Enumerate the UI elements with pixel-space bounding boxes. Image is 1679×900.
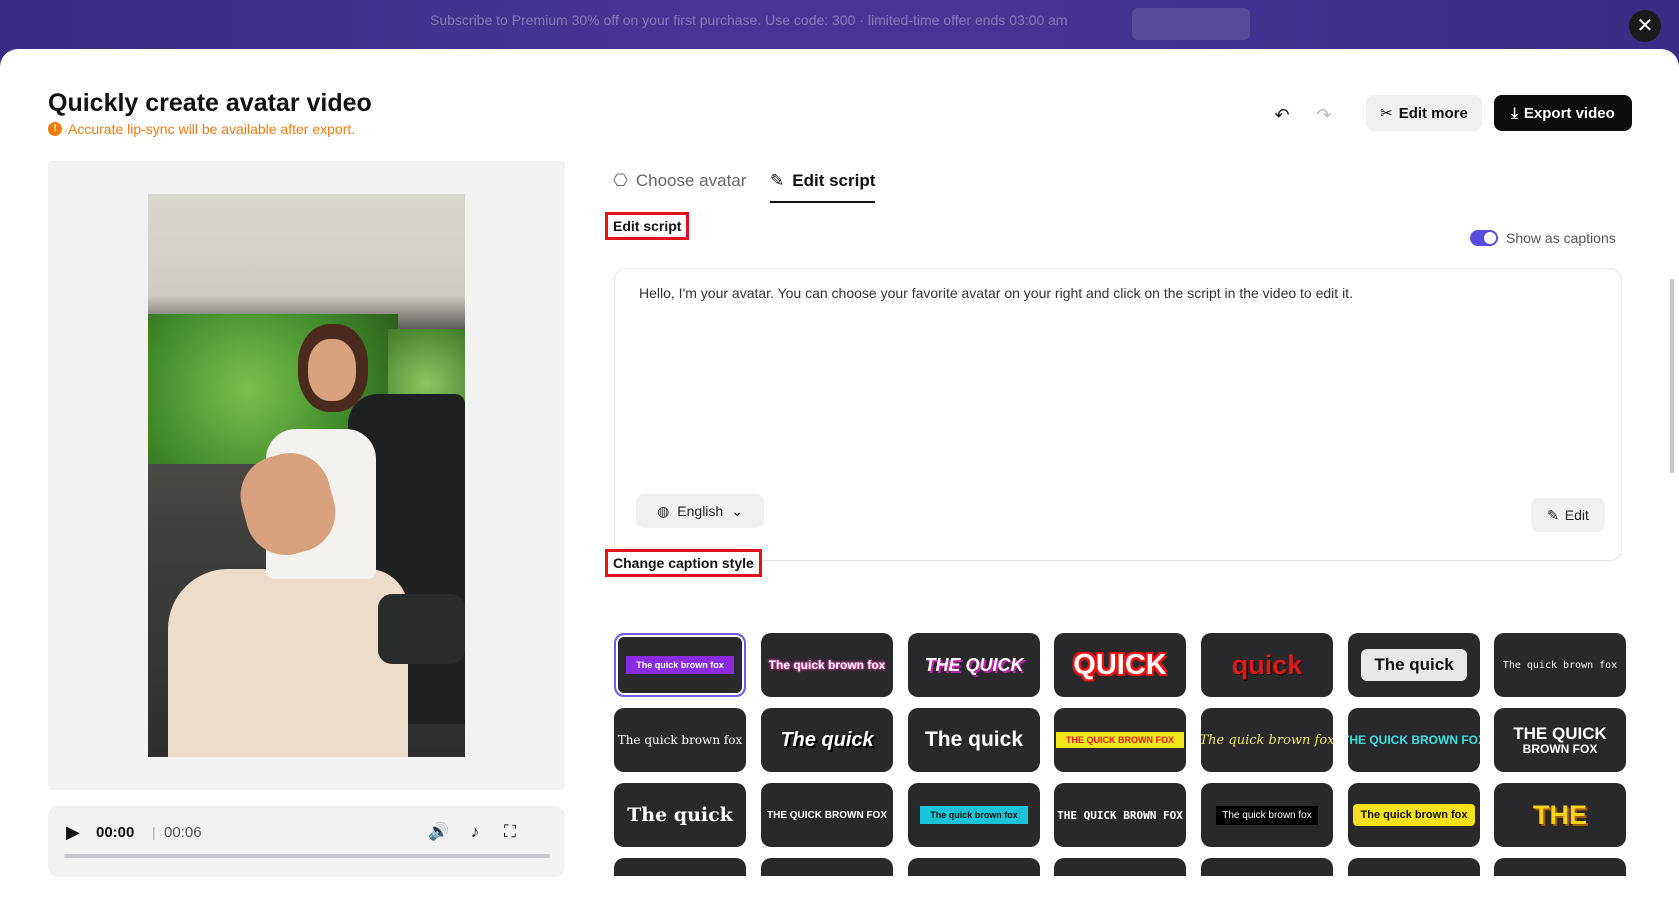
caption-style-item[interactable]: THE QUICK BROWN FOX	[761, 783, 893, 847]
caption-style-item[interactable]	[1054, 858, 1186, 876]
undo-icon[interactable]: ↶	[1268, 101, 1296, 129]
captions-toggle-label: Show as captions	[1506, 230, 1616, 246]
tab-edit-script[interactable]: ✎ Edit script	[770, 161, 876, 203]
current-time: 00:00	[96, 824, 135, 841]
promo-button[interactable]	[1132, 8, 1250, 40]
avatar-video[interactable]	[148, 194, 465, 757]
caption-style-item[interactable]: The quick brown fox	[908, 783, 1040, 847]
script-editor[interactable]: Hello, I'm your avatar. You can choose y…	[614, 268, 1622, 561]
time-separator: |	[152, 824, 156, 840]
script-text[interactable]: Hello, I'm your avatar. You can choose y…	[639, 285, 1353, 301]
caption-style-item[interactable]	[614, 858, 746, 876]
caption-style-item[interactable]	[1201, 858, 1333, 876]
tab-label: Edit script	[792, 171, 876, 190]
edit-more-label: Edit more	[1398, 104, 1468, 122]
caption-style-item[interactable]: The quick brown fox	[1201, 708, 1333, 772]
captions-toggle-group: Show as captions	[1470, 230, 1616, 246]
export-video-button[interactable]: ⤓ Export video	[1494, 95, 1632, 131]
redo-icon[interactable]: ↷	[1310, 101, 1338, 129]
pencil-icon: ✎	[1547, 506, 1559, 523]
caption-style-item[interactable]: The quick brown fox	[1201, 783, 1333, 847]
close-icon[interactable]: ✕	[1629, 10, 1661, 42]
tab-choose-avatar[interactable]: ⎔ Choose avatar	[613, 161, 746, 201]
globe-icon: ◍	[657, 502, 670, 519]
caption-style-item[interactable]	[1494, 858, 1626, 876]
chevron-down-icon: ⌄	[731, 502, 743, 519]
video-player-controls: ▶ 00:00 | 00:06 🔊 ♪ ⛶	[48, 806, 565, 877]
scissors-icon: ✂	[1380, 105, 1393, 122]
caption-style-item[interactable]: QUICK	[1054, 633, 1186, 697]
caption-style-item[interactable]: THE QUICK BROWN FOX	[1054, 708, 1186, 772]
fullscreen-icon[interactable]: ⛶	[497, 819, 523, 845]
language-select[interactable]: ◍ English ⌄	[636, 494, 764, 528]
tiktok-icon[interactable]: ♪	[462, 819, 488, 845]
caption-style-item[interactable]: The quick brown fox	[614, 633, 746, 697]
caption-style-item[interactable]: THE	[1494, 783, 1626, 847]
export-label: Export video	[1523, 104, 1615, 122]
edit-label: Edit	[1564, 507, 1589, 523]
caption-style-item[interactable]: quick	[1201, 633, 1333, 697]
caption-style-item[interactable]: The quick	[1348, 633, 1480, 697]
caption-style-item[interactable]	[908, 858, 1040, 876]
scrollbar[interactable]	[1670, 279, 1674, 473]
caption-style-grid: The quick brown fox The quick brown fox …	[614, 633, 1626, 876]
promo-text: Subscribe to Premium 30% off on your fir…	[430, 12, 1068, 28]
avatar-icon: ⎔	[613, 171, 628, 190]
edit-script-heading: Edit script	[605, 212, 690, 240]
script-icon: ✎	[770, 171, 785, 190]
duration: 00:06	[164, 824, 202, 841]
captions-toggle[interactable]	[1470, 230, 1498, 246]
caption-style-item[interactable]: The quick brown fox	[1348, 783, 1480, 847]
caption-style-item[interactable]: The quick brown fox	[761, 633, 893, 697]
download-icon: ⤓	[1511, 104, 1518, 122]
warning-icon: !	[48, 122, 62, 136]
page-title: Quickly create avatar video	[48, 89, 372, 117]
caption-style-item[interactable]: The quick brown fox	[614, 708, 746, 772]
play-icon[interactable]: ▶	[66, 822, 86, 842]
edit-script-button[interactable]: ✎ Edit	[1531, 498, 1605, 532]
warning-text: Accurate lip-sync will be available afte…	[68, 121, 356, 137]
volume-icon[interactable]: 🔊	[426, 819, 452, 845]
lip-sync-warning: ! Accurate lip-sync will be available af…	[48, 121, 355, 137]
caption-style-item[interactable]: THE QUICK BROWN FOX	[1054, 783, 1186, 847]
caption-style-item[interactable]: THE QUICK	[908, 633, 1040, 697]
caption-style-item[interactable]: The quick	[908, 708, 1040, 772]
language-value: English	[677, 503, 724, 519]
caption-style-item[interactable]: The quick brown fox	[1494, 633, 1626, 697]
avatar-modal: Quickly create avatar video ! Accurate l…	[0, 49, 1679, 900]
caption-style-item[interactable]	[761, 858, 893, 876]
caption-style-heading: Change caption style	[605, 549, 762, 577]
caption-style-item[interactable]: THE QUICK BROWN FOX	[1494, 708, 1626, 772]
caption-style-item[interactable]	[1348, 858, 1480, 876]
caption-style-item[interactable]: THE QUICK BROWN FOX	[1348, 708, 1480, 772]
progress-bar[interactable]	[64, 854, 550, 858]
edit-more-button[interactable]: ✂ Edit more	[1366, 95, 1482, 131]
tab-label: Choose avatar	[635, 171, 747, 190]
caption-style-item[interactable]: The quick	[614, 783, 746, 847]
caption-style-item[interactable]: The quick	[761, 708, 893, 772]
